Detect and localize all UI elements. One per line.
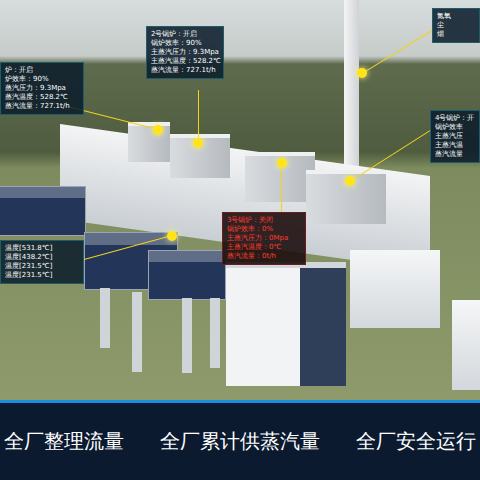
callout-line: 2号锅炉：开启 bbox=[151, 30, 219, 39]
boiler-callout[interactable]: 3号锅炉：关闭锅炉效率：0%主蒸汽压力：0Mpa主蒸汽温度：0℃蒸汽流量：0t/… bbox=[222, 212, 306, 265]
plant-dashboard: 炉：开启炉效率：90%蒸汽压力：9.3Mpa蒸汽温度：528.2℃蒸汽流量：72… bbox=[0, 0, 480, 480]
stat-label: 全厂安全运行 bbox=[356, 428, 476, 455]
callout-line: 温度[231.5℃] bbox=[5, 262, 79, 271]
callout-line: 炉：开启 bbox=[5, 66, 79, 75]
callout-line: 蒸汽温度：528.2℃ bbox=[5, 93, 79, 102]
stat-label: 全厂整理流量 bbox=[4, 428, 124, 455]
pin-icon[interactable] bbox=[193, 138, 203, 148]
side-building bbox=[452, 300, 480, 390]
callout-line: 主蒸汽温 bbox=[435, 141, 475, 150]
boiler-callout[interactable]: 2号锅炉：开启锅炉效率：90%主蒸汽压力：9.3Mpa主蒸汽温度：528.2℃蒸… bbox=[146, 26, 224, 79]
callout-line: 温度[438.2℃] bbox=[5, 253, 79, 262]
callout-line: 主蒸汽温度：528.2℃ bbox=[151, 57, 219, 66]
callout-line: 主蒸汽压力：9.3Mpa bbox=[151, 48, 219, 57]
pillar bbox=[210, 298, 220, 368]
callout-line: 锅炉效率 bbox=[435, 123, 475, 132]
callout-line: 蒸汽流量：727.1t/h bbox=[151, 66, 219, 75]
plant-scene[interactable]: 炉：开启炉效率：90%蒸汽压力：9.3Mpa蒸汽温度：528.2℃蒸汽流量：72… bbox=[0, 0, 480, 400]
leader-line bbox=[281, 163, 282, 212]
pin-icon[interactable] bbox=[357, 68, 367, 78]
callout-line: 蒸汽压力：9.3Mpa bbox=[5, 84, 79, 93]
cooling-unit bbox=[0, 186, 86, 236]
pin-icon[interactable] bbox=[153, 125, 163, 135]
callout-line: 炉效率：90% bbox=[5, 75, 79, 84]
callout-line: 主蒸汽压 bbox=[435, 132, 475, 141]
callout-line: 主蒸汽压力：0Mpa bbox=[227, 234, 301, 243]
callout-line: 锅炉效率：90% bbox=[151, 39, 219, 48]
callout-line: 蒸汽流量：0t/h bbox=[227, 252, 301, 261]
pillar bbox=[182, 298, 192, 373]
callout-line: 蒸汽流量 bbox=[435, 150, 475, 159]
leader-line bbox=[198, 90, 199, 143]
pin-icon[interactable] bbox=[345, 176, 355, 186]
boiler-callout[interactable]: 温度[531.8℃]温度[438.2℃]温度[231.5℃]温度[231.5℃] bbox=[0, 240, 84, 284]
boiler-callout[interactable]: 4号锅炉：开锅炉效率主蒸汽压主蒸汽温蒸汽流量 bbox=[430, 110, 480, 163]
side-building bbox=[350, 250, 440, 328]
pin-icon[interactable] bbox=[167, 231, 177, 241]
control-building bbox=[226, 262, 346, 386]
cooling-unit bbox=[148, 250, 226, 300]
boiler-callout[interactable]: 氮氧尘烟 bbox=[432, 8, 480, 43]
boiler-building bbox=[128, 122, 170, 162]
callout-line: 烟 bbox=[437, 30, 475, 39]
callout-line: 4号锅炉：开 bbox=[435, 114, 475, 123]
callout-line: 锅炉效率：0% bbox=[227, 225, 301, 234]
boiler-callout[interactable]: 炉：开启炉效率：90%蒸汽压力：9.3Mpa蒸汽温度：528.2℃蒸汽流量：72… bbox=[0, 62, 84, 115]
pin-icon[interactable] bbox=[277, 158, 287, 168]
callout-line: 氮氧 bbox=[437, 12, 475, 21]
bottom-bar: 全厂整理流量 全厂累计供蒸汽量 全厂安全运行 bbox=[0, 400, 480, 480]
callout-line: 主蒸汽温度：0℃ bbox=[227, 243, 301, 252]
callout-line: 温度[531.8℃] bbox=[5, 244, 79, 253]
pillar bbox=[132, 292, 142, 372]
pillar bbox=[100, 288, 110, 348]
leader-line bbox=[362, 30, 433, 74]
callout-line: 蒸汽流量：727.1t/h bbox=[5, 102, 79, 111]
callout-line: 温度[231.5℃] bbox=[5, 271, 79, 280]
callout-line: 3号锅炉：关闭 bbox=[227, 216, 301, 225]
callout-line: 尘 bbox=[437, 21, 475, 30]
stat-label: 全厂累计供蒸汽量 bbox=[160, 428, 320, 455]
